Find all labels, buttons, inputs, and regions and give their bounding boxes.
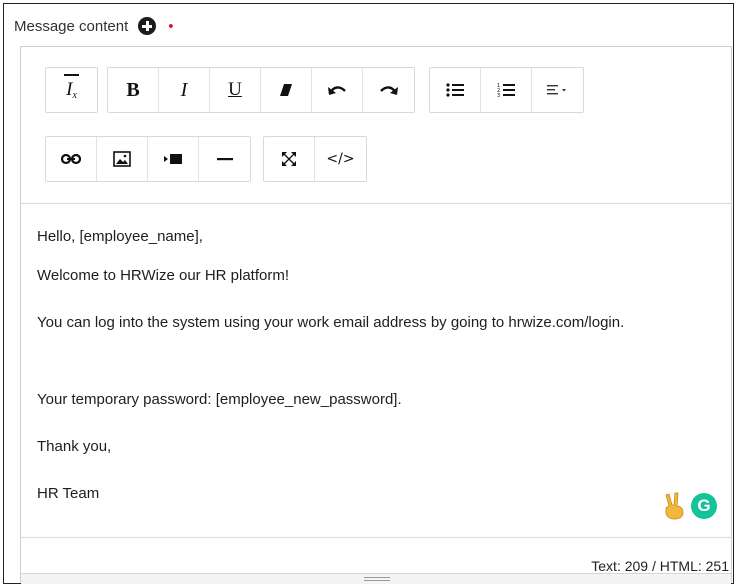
video-button[interactable] [148,137,199,181]
toolbar-group-lists: 123 [429,67,584,113]
eraser-button[interactable] [261,68,312,112]
editor-content-area[interactable]: Hello, [employee_name], Welcome to HRWiz… [21,203,731,535]
login-info-paragraph: You can log into the system using your w… [37,314,625,331]
image-button[interactable] [97,137,148,181]
underline-icon: U [228,79,242,100]
welcome-paragraph: Welcome to HRWize our HR platform! [37,267,290,284]
thanks-paragraph: Thank you, [37,438,112,455]
field-label-row: Message content • [14,17,174,35]
undo-button[interactable] [312,68,363,112]
source-code-button[interactable]: </> [315,137,366,181]
italic-icon: I [180,78,188,101]
fullscreen-button[interactable] [264,137,315,181]
required-marker: • [168,17,174,35]
link-icon [61,153,81,165]
clear-format-icon: Ix [64,74,79,101]
image-icon [113,151,131,167]
field-label: Message content [14,17,129,35]
rich-text-editor: Ix B I U 1 2 3 </> Hello, [employee_name… [20,46,732,584]
toolbar-group-clear: Ix [45,67,98,113]
numbered-list-button[interactable]: 123 [481,68,532,112]
redo-icon [379,86,398,95]
code-icon: </> [326,151,355,167]
link-button[interactable] [46,137,97,181]
bold-button[interactable]: B [108,68,159,112]
align-icon [546,85,566,95]
clear-format-sub: x [72,90,77,101]
fullscreen-icon [282,152,296,166]
redo-button[interactable] [363,68,414,112]
svg-text:3: 3 [497,93,500,98]
greeting-paragraph: Hello, [employee_name], [37,228,203,245]
horizontal-rule-button[interactable] [199,137,250,181]
character-counter: Text: 209 / HTML: 251 [589,558,729,574]
video-icon [164,154,182,164]
signature-paragraph: HR Team [37,485,100,502]
grammarly-icon[interactable]: G [691,493,717,519]
message-content-panel: Message content • Ix B I U 1 2 3 </> Hel… [3,3,734,584]
horizontal-rule-icon [216,158,233,161]
grammarly-glyph: G [697,496,711,515]
password-paragraph: Your temporary password: [employee_new_p… [37,391,402,408]
toolbar-group-insert [45,136,251,182]
bullet-list-button[interactable] [430,68,481,112]
resize-handle[interactable] [21,573,731,584]
numbered-list-icon: 123 [497,83,515,98]
toolbar-group-format: B I U [107,67,415,113]
victory-hand-icon[interactable] [661,492,687,520]
editor-status-bar: Text: 209 / HTML: 251 [21,537,731,584]
underline-button[interactable]: U [210,68,261,112]
bullet-list-icon [446,83,464,97]
editor-toolbar: Ix B I U 1 2 3 </> [21,47,731,204]
eraser-icon [280,84,292,96]
align-dropdown-button[interactable] [532,68,583,112]
toolbar-group-view: </> [263,136,367,182]
add-circle-icon[interactable] [138,17,157,35]
clear-format-button[interactable]: Ix [46,68,97,112]
italic-button[interactable]: I [159,68,210,112]
bold-icon: B [126,78,140,101]
undo-icon [328,86,346,95]
